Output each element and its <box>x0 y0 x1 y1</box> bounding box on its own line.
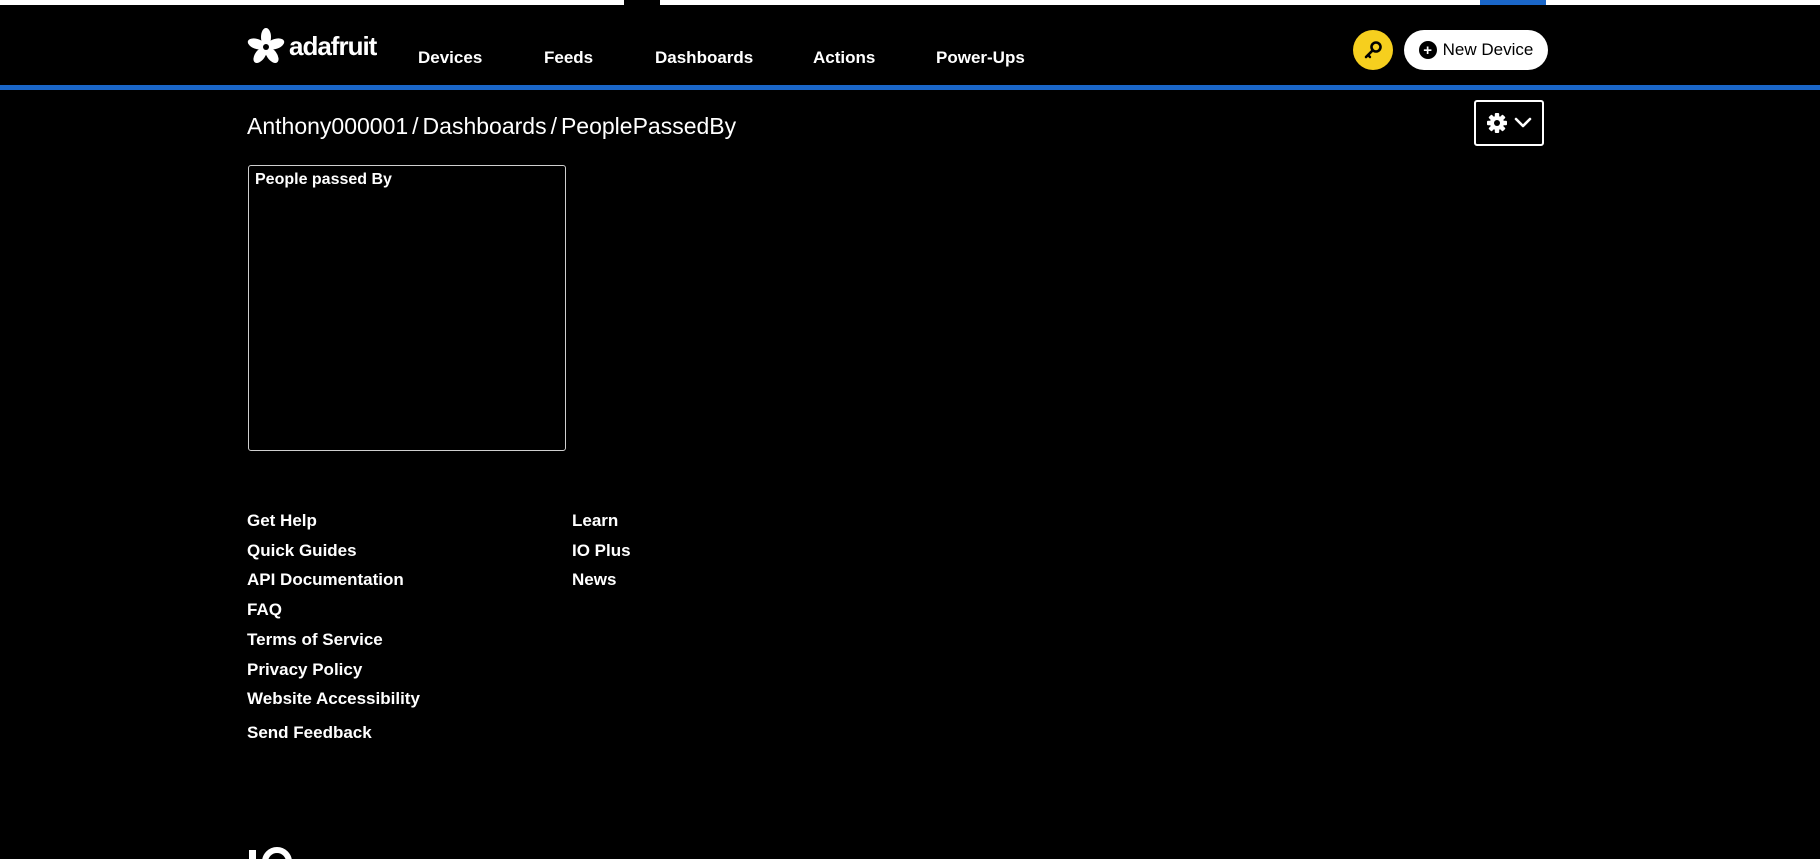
breadcrumb-dashboard-name: PeoplePassedBy <box>560 113 737 139</box>
new-device-button[interactable]: + New Device <box>1404 30 1548 70</box>
nav-accent-bar <box>0 85 1820 90</box>
footer-link-faq[interactable]: FAQ <box>247 600 282 620</box>
breadcrumb-separator: / <box>550 113 557 139</box>
key-icon <box>1364 41 1382 59</box>
footer-link-get-help[interactable]: Get Help <box>247 511 317 531</box>
nav-actions[interactable]: Actions <box>813 48 875 68</box>
nav-dashboards[interactable]: Dashboards <box>655 48 753 68</box>
block-title: People passed By <box>255 171 392 188</box>
adafruit-io-logo <box>247 846 297 859</box>
footer-link-privacy-policy[interactable]: Privacy Policy <box>247 660 362 680</box>
breadcrumb-user[interactable]: Anthony000001 <box>247 113 408 139</box>
adafruit-logo[interactable]: adafruit <box>247 27 377 65</box>
footer-link-send-feedback[interactable]: Send Feedback <box>247 723 372 743</box>
plus-circle-icon: + <box>1418 41 1437 59</box>
breadcrumb-dashboards[interactable]: Dashboards <box>423 113 547 139</box>
footer-link-io-plus[interactable]: IO Plus <box>572 541 631 561</box>
adafruit-flower-icon <box>247 28 285 63</box>
gear-icon <box>1487 113 1507 133</box>
footer-link-news[interactable]: News <box>572 570 616 590</box>
footer-link-terms-of-service[interactable]: Terms of Service <box>247 630 383 650</box>
footer-link-learn[interactable]: Learn <box>572 511 618 531</box>
breadcrumb-separator: / <box>412 113 419 139</box>
new-device-label: New Device <box>1442 40 1534 59</box>
dashboard-settings-button[interactable] <box>1474 100 1544 146</box>
nav-feeds[interactable]: Feeds <box>544 48 593 68</box>
dashboard-block[interactable]: People passed By <box>248 165 566 451</box>
chevron-down-icon <box>1514 117 1532 128</box>
footer-link-quick-guides[interactable]: Quick Guides <box>247 541 357 561</box>
top-navbar: adafruit Devices Feeds Dashboards Action… <box>0 5 1820 85</box>
breadcrumb: Anthony000001/Dashboards / PeoplePassedBy <box>247 113 736 140</box>
footer-link-api-documentation[interactable]: API Documentation <box>247 570 404 590</box>
api-key-button[interactable] <box>1353 30 1393 70</box>
footer-link-website-accessibility[interactable]: Website Accessibility <box>247 689 420 709</box>
logo-wordmark: adafruit <box>289 31 377 61</box>
nav-devices[interactable]: Devices <box>418 48 482 68</box>
nav-power-ups[interactable]: Power-Ups <box>936 48 1025 68</box>
